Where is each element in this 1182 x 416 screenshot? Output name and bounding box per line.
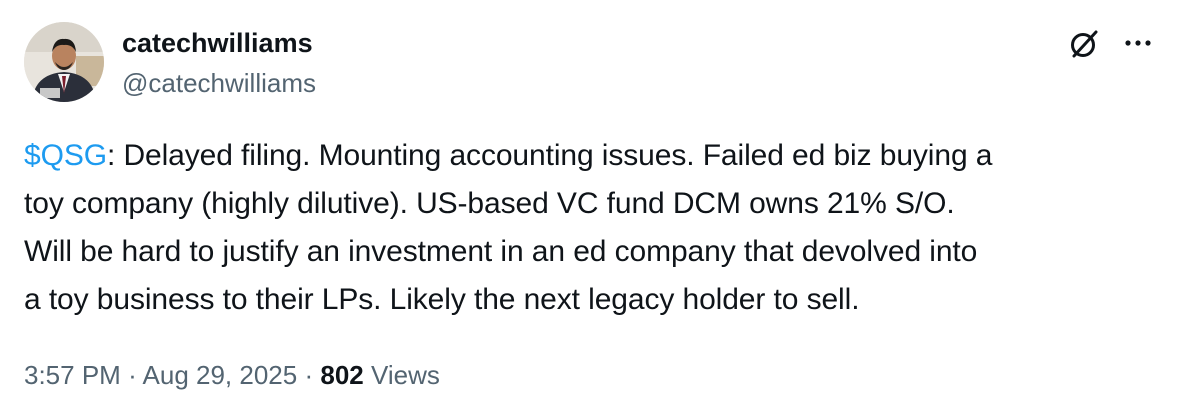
avatar[interactable] <box>24 22 104 102</box>
avatar-image <box>24 22 104 102</box>
more-icon[interactable] <box>1120 28 1156 58</box>
tweet-meta: 3:57 PM · Aug 29, 2025 · 802 Views <box>24 358 440 392</box>
tweet-line-4: a toy business to their LPs. Likely the … <box>24 283 860 316</box>
views-count: 802 <box>320 360 364 390</box>
tweet-line-2: toy company (highly dilutive). US-based … <box>24 187 955 220</box>
meta-separator-2: · <box>304 360 314 390</box>
author-display-name[interactable]: catechwilliams <box>122 26 313 60</box>
grok-icon[interactable] <box>1066 26 1102 62</box>
tweet-date: Aug 29, 2025 <box>142 360 298 390</box>
author-handle[interactable]: @catechwilliams <box>122 67 316 99</box>
tweet-line-1: $QSG: Delayed filing. Mounting accountin… <box>24 132 1164 180</box>
tweet-time: 3:57 PM <box>24 360 121 390</box>
cashtag-link[interactable]: $QSG <box>24 139 107 172</box>
views-label: Views <box>371 360 440 390</box>
tweet-timestamp[interactable]: 3:57 PM · Aug 29, 2025 <box>24 360 297 390</box>
meta-separator: · <box>128 360 137 390</box>
tweet-text: $QSG: Delayed filing. Mounting accountin… <box>24 132 1164 324</box>
tweet-line-3: Will be hard to justify an investment in… <box>24 235 978 268</box>
tweet-line-1-text: : Delayed filing. Mounting accounting is… <box>106 139 993 172</box>
